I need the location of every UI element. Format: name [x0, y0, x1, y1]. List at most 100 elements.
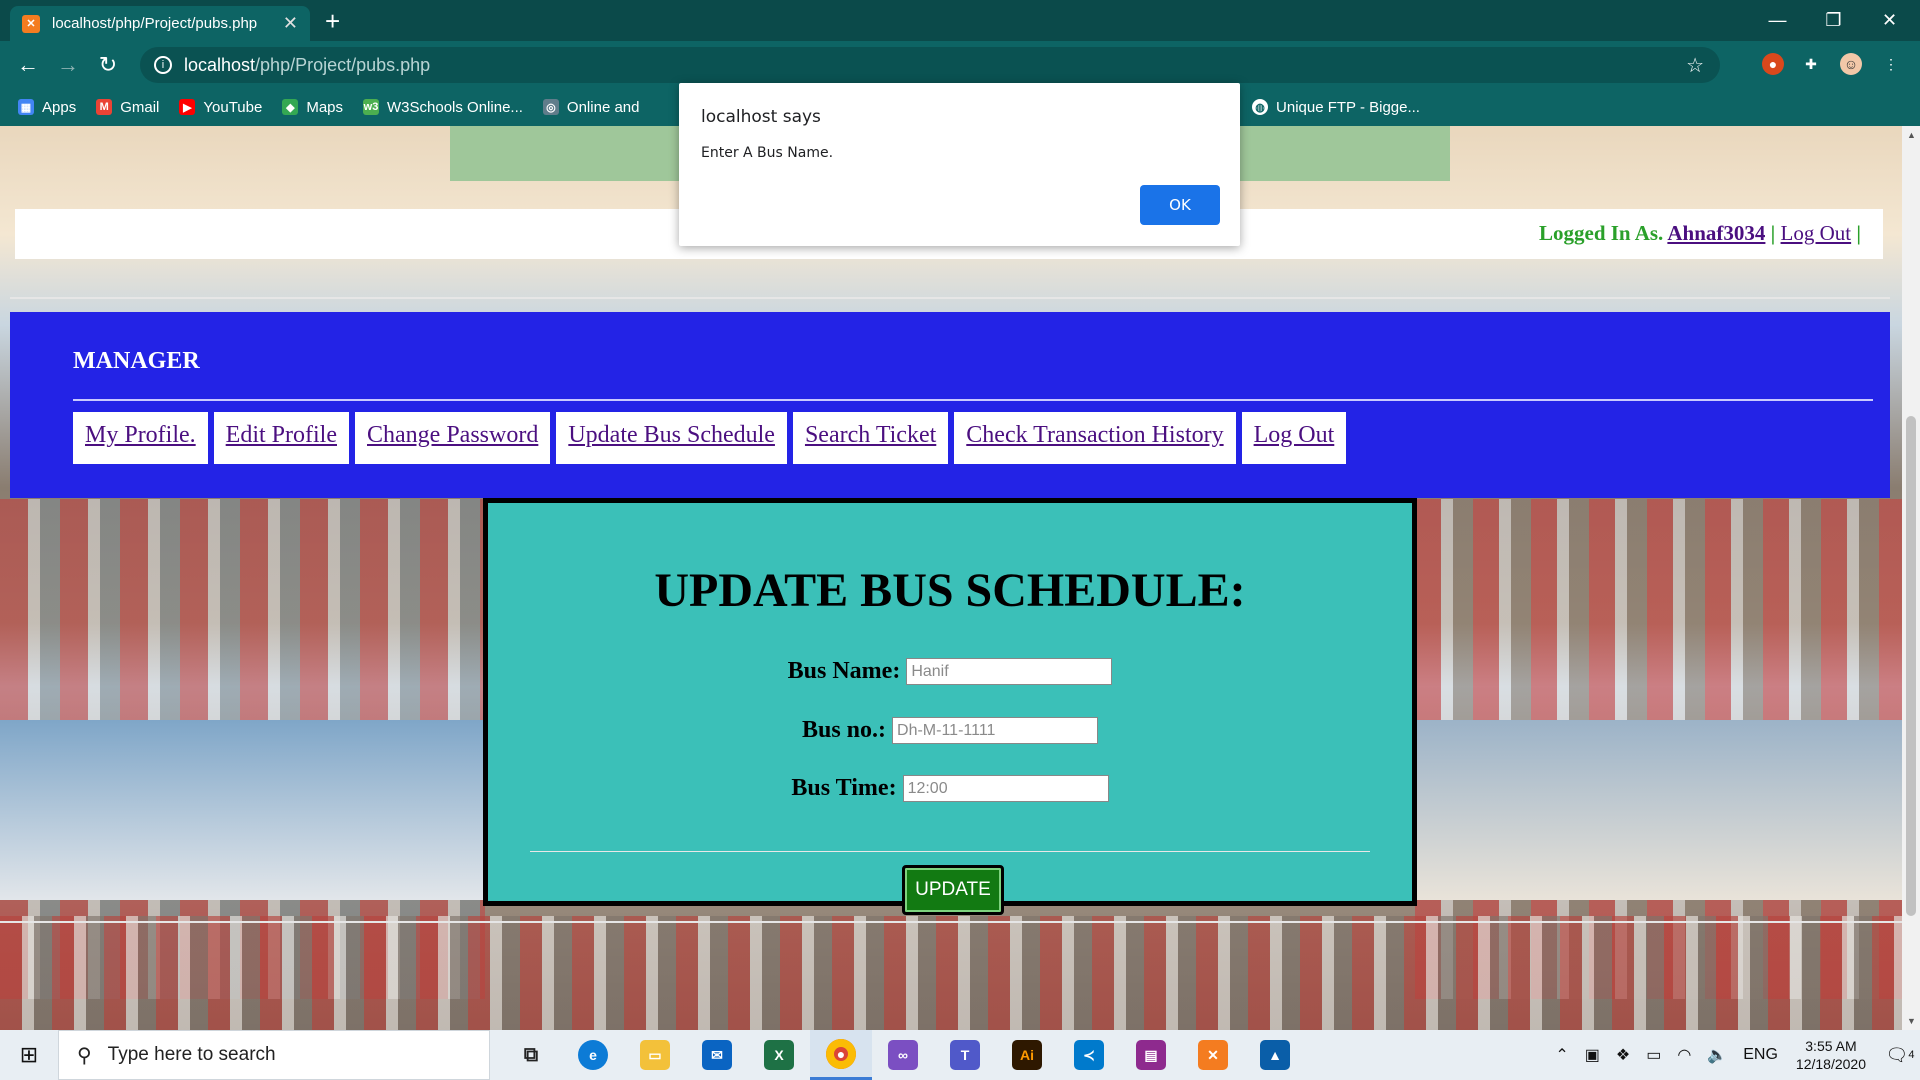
bus-time-input[interactable]: [902, 775, 1109, 802]
divider: [10, 297, 1890, 299]
task-view-icon[interactable]: ⧉: [500, 1030, 562, 1080]
url-host: localhost: [184, 54, 256, 75]
bus-name-input[interactable]: [906, 658, 1113, 685]
file-explorer-icon[interactable]: ▭: [624, 1030, 686, 1080]
notification-count: 4: [1908, 1049, 1915, 1061]
bookmark-online[interactable]: ◎ Online and: [542, 99, 639, 116]
photos-icon[interactable]: ▲: [1244, 1030, 1306, 1080]
clock-date: 12/18/2020: [1795, 1056, 1866, 1072]
forward-icon[interactable]: →: [52, 49, 84, 81]
edge-icon[interactable]: e: [562, 1030, 624, 1080]
scroll-up-icon[interactable]: ▲: [1907, 130, 1916, 140]
clock[interactable]: 3:55 AM 12/18/2020: [1796, 1037, 1866, 1073]
taskbar-search[interactable]: ⚲ Type here to search: [58, 1030, 490, 1080]
browser-tab[interactable]: ✕ localhost/php/Project/pubs.php ✕: [10, 6, 310, 41]
new-tab-button[interactable]: +: [325, 6, 340, 36]
bookmark-unique-ftp[interactable]: ◍ Unique FTP - Bigge...: [1252, 99, 1420, 116]
notification-icon: 🗨: [1885, 1044, 1909, 1065]
chrome-icon[interactable]: ●: [810, 1030, 872, 1080]
device-icon[interactable]: ▣: [1585, 1045, 1600, 1065]
vscode-icon[interactable]: ≺: [1058, 1030, 1120, 1080]
alert-ok-button[interactable]: OK: [1140, 185, 1220, 225]
header-logout-link[interactable]: Log Out: [1781, 221, 1852, 245]
form-title: UPDATE BUS SCHEDULE:: [654, 564, 1246, 617]
background-photo: [0, 916, 1902, 1030]
manager-panel: MANAGER My Profile. Edit Profile Change …: [10, 312, 1890, 498]
scrollbar-thumb[interactable]: [1906, 416, 1916, 916]
bus-name-label: Bus Name:: [787, 658, 901, 684]
bookmark-label: Apps: [42, 98, 77, 116]
login-status: Logged In As. Ahnaf3034 | Log Out |: [1539, 221, 1861, 246]
wifi-icon[interactable]: ◠: [1677, 1045, 1691, 1065]
bus-name-row: Bus Name:: [488, 658, 1412, 685]
w3schools-icon: w3: [363, 99, 380, 115]
winrar-icon[interactable]: ▤: [1120, 1030, 1182, 1080]
menu-update-bus-schedule[interactable]: Update Bus Schedule: [556, 412, 787, 464]
bookmark-label: Maps: [306, 98, 344, 116]
bookmark-gmail[interactable]: M Gmail: [96, 99, 159, 116]
address-bar[interactable]: i localhost /php/Project/pubs.php ☆: [140, 47, 1720, 83]
gmail-icon: M: [96, 99, 113, 115]
background-photo: [1415, 720, 1902, 900]
page-viewport: Logged In As. Ahnaf3034 | Log Out | MANA…: [0, 126, 1902, 1030]
visual-studio-icon[interactable]: ∞: [872, 1030, 934, 1080]
bus-no-input[interactable]: [892, 717, 1099, 744]
bookmark-label: W3Schools Online...: [387, 98, 523, 116]
separator: |: [1770, 221, 1776, 245]
tab-strip: ✕ localhost/php/Project/pubs.php ✕ + — ❐…: [0, 0, 1920, 41]
profile-avatar[interactable]: ☺: [1840, 53, 1862, 75]
language-indicator[interactable]: ENG: [1743, 1046, 1778, 1064]
menu-check-transaction-history[interactable]: Check Transaction History: [954, 412, 1236, 464]
manager-menu: My Profile. Edit Profile Change Password…: [73, 412, 1352, 464]
bus-time-label: Bus Time:: [791, 775, 897, 801]
restore-icon[interactable]: ❐: [1806, 0, 1861, 40]
bus-no-label: Bus no.:: [801, 717, 887, 743]
username-link[interactable]: Ahnaf3034: [1667, 221, 1765, 245]
menu-search-ticket[interactable]: Search Ticket: [792, 412, 949, 464]
update-button[interactable]: UPDATE: [902, 865, 1004, 915]
bookmark-label: YouTube: [203, 98, 263, 116]
excel-icon[interactable]: X: [748, 1030, 810, 1080]
menu-log-out[interactable]: Log Out: [1241, 412, 1347, 464]
mail-icon[interactable]: ✉: [686, 1030, 748, 1080]
bookmark-label: Gmail: [120, 98, 160, 116]
extensions-puzzle-icon[interactable]: ✚: [1800, 53, 1822, 75]
teams-icon[interactable]: T: [934, 1030, 996, 1080]
bookmark-star-icon[interactable]: ☆: [1686, 53, 1704, 78]
menu-edit-profile[interactable]: Edit Profile: [213, 412, 349, 464]
menu-dots-icon[interactable]: ⋮: [1880, 53, 1902, 75]
taskbar: ⊞ ⚲ Type here to search ⧉ e ▭ ✉ X ● ∞ T …: [0, 1030, 1920, 1080]
menu-change-password[interactable]: Change Password: [355, 412, 551, 464]
notification-center[interactable]: 🗨 4: [1880, 1030, 1920, 1080]
page-scrollbar[interactable]: ▲ ▼: [1902, 126, 1920, 1030]
search-icon: ⚲: [77, 1044, 92, 1067]
menu-my-profile[interactable]: My Profile.: [73, 412, 208, 464]
windows-start-icon[interactable]: ⊞: [0, 1030, 58, 1080]
taskbar-apps: ⧉ e ▭ ✉ X ● ∞ T Ai ≺ ▤ ✕ ▲: [500, 1030, 1306, 1080]
scroll-down-icon[interactable]: ▼: [1907, 1016, 1916, 1026]
chevron-up-icon[interactable]: ⌃: [1555, 1045, 1568, 1065]
panel-heading: MANAGER: [73, 348, 200, 374]
bookmark-w3schools[interactable]: w3 W3Schools Online...: [363, 99, 523, 116]
dropbox-icon[interactable]: ❖: [1616, 1045, 1630, 1065]
close-tab-icon[interactable]: ✕: [283, 13, 298, 34]
tab-title: localhost/php/Project/pubs.php: [52, 15, 258, 32]
bookmark-maps[interactable]: ◆ Maps: [282, 99, 343, 116]
reload-icon[interactable]: ↻: [92, 49, 124, 81]
site-info-icon[interactable]: i: [154, 56, 172, 74]
system-tray: ⌃ ▣ ❖ ▭ ◠ 🔈 ENG 3:55 AM 12/18/2020 🗨 4: [1547, 1030, 1920, 1080]
minimize-icon[interactable]: —: [1750, 0, 1805, 40]
divider: [73, 399, 1873, 401]
illustrator-icon[interactable]: Ai: [996, 1030, 1058, 1080]
xampp-icon[interactable]: ✕: [1182, 1030, 1244, 1080]
bookmark-apps[interactable]: ▦ Apps: [18, 99, 76, 116]
xampp-favicon-icon: ✕: [22, 14, 40, 33]
battery-icon[interactable]: ▭: [1646, 1045, 1661, 1065]
update-schedule-form: UPDATE BUS SCHEDULE: Bus Name: Bus no.: …: [483, 498, 1417, 915]
close-window-icon[interactable]: ✕: [1862, 0, 1917, 40]
bookmark-youtube[interactable]: ▶ YouTube: [179, 99, 262, 116]
extension-icon[interactable]: ●: [1762, 53, 1784, 75]
back-icon[interactable]: ←: [12, 49, 44, 81]
volume-icon[interactable]: 🔈: [1707, 1045, 1727, 1065]
search-placeholder: Type here to search: [107, 1044, 276, 1065]
